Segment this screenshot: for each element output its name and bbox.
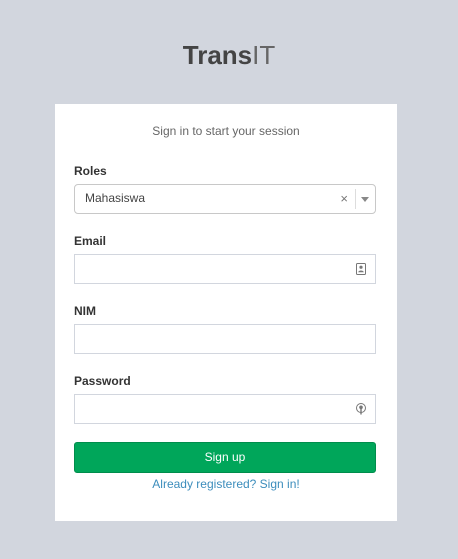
email-field[interactable]	[74, 254, 376, 284]
roles-selected-value: Mahasiswa	[85, 191, 146, 205]
email-label: Email	[74, 234, 107, 248]
login-box: Sign in to start your session Roles Maha…	[55, 104, 397, 521]
roles-select[interactable]: Mahasiswa ×	[74, 184, 376, 214]
chevron-down-icon[interactable]	[361, 197, 369, 202]
sign-in-link[interactable]: Already registered? Sign in!	[55, 477, 397, 491]
app-logo: TransIT	[0, 38, 458, 72]
nim-label: NIM	[74, 304, 96, 318]
password-field[interactable]	[74, 394, 376, 424]
password-label: Password	[74, 374, 131, 388]
clear-selection-icon[interactable]: ×	[340, 191, 348, 206]
logo-bold-text: Trans	[182, 40, 253, 70]
sign-up-button[interactable]: Sign up	[74, 442, 376, 473]
nim-field[interactable]	[74, 324, 376, 354]
key-icon	[356, 403, 366, 415]
login-box-message: Sign in to start your session	[152, 124, 300, 138]
select-divider	[355, 189, 356, 209]
logo-light-text: IT	[252, 40, 276, 70]
contact-card-icon	[356, 263, 366, 275]
roles-label: Roles	[74, 164, 107, 178]
